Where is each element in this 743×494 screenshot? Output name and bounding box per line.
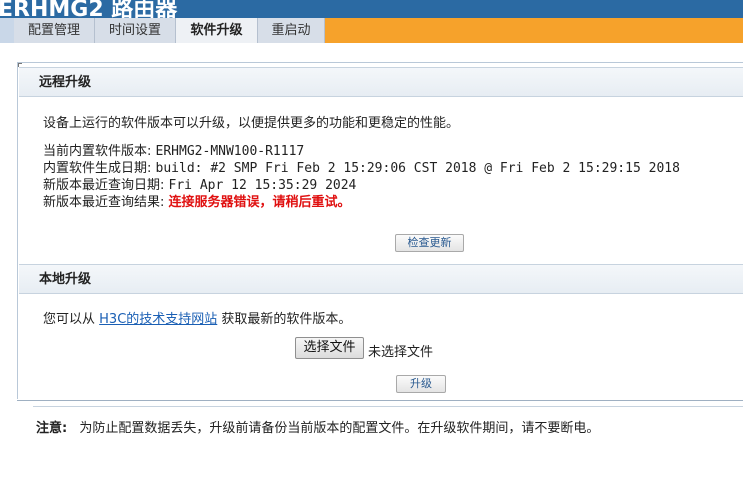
tab-strip-left-pad (0, 18, 14, 43)
last-query-result-label: 新版本最近查询结果: (43, 195, 165, 210)
remote-intro-text: 设备上运行的软件版本可以升级，以便提供更多的功能和更稳定的性能。 (43, 116, 460, 131)
note-label: 注意: (36, 421, 68, 436)
app-title: ERHMG2 路由器 (0, 0, 178, 18)
note-row: 注意: 为防止配置数据丢失，升级前请备份当前版本的配置文件。在升级软件期间，请不… (36, 417, 599, 436)
h3c-support-link[interactable]: H3C的技术支持网站 (99, 312, 217, 327)
choose-file-button[interactable]: 选择文件 (295, 337, 364, 359)
upgrade-button[interactable]: 升级 (396, 375, 446, 393)
note-text: 为防止配置数据丢失，升级前请备份当前版本的配置文件。在升级软件期间，请不要断电。 (79, 421, 600, 436)
note-divider (17, 400, 743, 401)
tab-time-settings[interactable]: 时间设置 (95, 18, 176, 43)
local-upgrade-header: 本地升级 (19, 264, 743, 294)
remote-upgrade-header: 远程升级 (19, 67, 743, 97)
local-text-before: 您可以从 (43, 312, 96, 327)
check-update-button[interactable]: 检查更新 (395, 234, 464, 252)
tab-config-management[interactable]: 配置管理 (14, 18, 95, 43)
title-bar: ERHMG2 路由器 (0, 0, 743, 18)
tab-software-upgrade[interactable]: 软件升级 (176, 18, 258, 43)
last-query-result-value: 连接服务器错误，请稍后重试。 (168, 195, 351, 210)
tab-restart[interactable]: 重启动 (258, 18, 325, 43)
no-file-selected-text: 未选择文件 (368, 345, 434, 360)
last-query-result-row: 新版本最近查询结果: 连接服务器错误，请稍后重试。 (43, 191, 351, 210)
local-text-after: 获取最新的软件版本。 (221, 312, 352, 327)
local-intro-row: 您可以从 H3C的技术支持网站 获取最新的软件版本。 (43, 308, 351, 327)
